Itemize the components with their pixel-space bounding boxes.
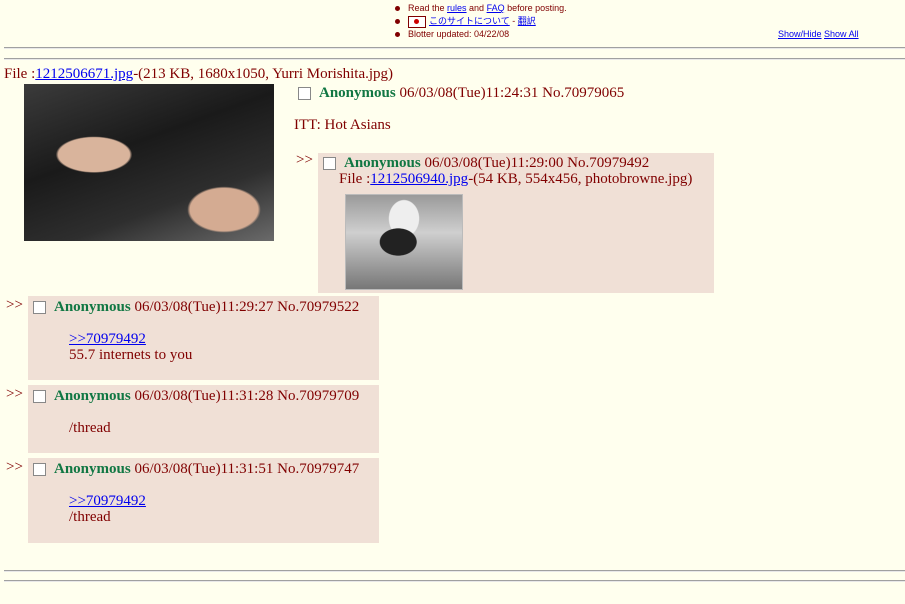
divider — [4, 47, 905, 49]
op-header: Anonymous 06/03/08(Tue)11:24:31 No.70979… — [298, 85, 624, 102]
op-comment: ITT: Hot Asians — [294, 117, 391, 133]
notice-site: このサイトについて - 翻訳 — [395, 15, 536, 28]
notice-blotter: Blotter updated: 04/22/08 — [395, 28, 509, 40]
reply-post-number[interactable]: No.70979747 — [277, 461, 359, 477]
bullet-icon — [395, 32, 400, 38]
reply-header: Anonymous 06/03/08(Tue)11:29:27 No.70979… — [33, 299, 359, 316]
rules-link[interactable]: rules — [447, 3, 467, 13]
op-poster-name: Anonymous — [319, 85, 396, 101]
bullet-icon — [395, 6, 400, 12]
op-file-info: File :1212506671.jpg-(213 KB, 1680x1050,… — [4, 66, 394, 82]
reply-arrows: >> — [6, 386, 23, 402]
op-post-number[interactable]: No.70979065 — [542, 85, 624, 101]
reply-post: Anonymous 06/03/08(Tue)11:31:28 No.70979… — [28, 385, 379, 453]
reply-comment: /thread — [69, 420, 111, 436]
op-checkbox[interactable] — [298, 87, 311, 101]
reply-arrows: >> — [6, 297, 23, 313]
reply-file-link[interactable]: 1212506940.jpg — [370, 171, 468, 187]
notice-rules: Read the rules and FAQ before posting. — [395, 2, 567, 14]
reply-header: Anonymous 06/03/08(Tue)11:29:00 No.70979… — [323, 155, 649, 172]
reply-quote-link[interactable]: >>70979492 — [69, 493, 146, 510]
reply-checkbox[interactable] — [33, 390, 46, 404]
reply-datetime: 06/03/08(Tue)11:29:27 — [134, 299, 274, 315]
reply-datetime: 06/03/08(Tue)11:29:00 — [424, 155, 564, 171]
reply-comment: /thread — [69, 509, 111, 525]
reply-post-number[interactable]: No.70979522 — [277, 299, 359, 315]
reply-arrows: >> — [296, 152, 313, 168]
reply-file-info: File :1212506940.jpg-(54 KB, 554x456, ph… — [339, 171, 693, 187]
divider — [4, 580, 905, 582]
op-datetime: 06/03/08(Tue)11:24:31 — [399, 85, 539, 101]
blotter-controls: Show/Hide Show All — [778, 28, 859, 40]
reply-poster-name: Anonymous — [54, 299, 131, 315]
reply-datetime: 06/03/08(Tue)11:31:28 — [134, 388, 274, 404]
reply-post: Anonymous 06/03/08(Tue)11:29:27 No.70979… — [28, 296, 379, 380]
reply-post-number[interactable]: No.70979709 — [277, 388, 359, 404]
reply-image[interactable] — [345, 194, 463, 290]
op-file-link[interactable]: 1212506671.jpg — [35, 66, 133, 82]
reply-arrows: >> — [6, 459, 23, 475]
reply-checkbox[interactable] — [33, 463, 46, 477]
reply-checkbox[interactable] — [33, 301, 46, 315]
bullet-icon — [395, 19, 400, 25]
divider — [4, 570, 905, 572]
reply-post-number[interactable]: No.70979492 — [567, 155, 649, 171]
about-site-link[interactable]: このサイトについて — [429, 16, 510, 26]
reply-post: Anonymous 06/03/08(Tue)11:31:51 No.70979… — [28, 458, 379, 543]
translate-link[interactable]: 翻訳 — [518, 16, 536, 26]
reply-header: Anonymous 06/03/08(Tue)11:31:51 No.70979… — [33, 461, 359, 478]
reply-header: Anonymous 06/03/08(Tue)11:31:28 No.70979… — [33, 388, 359, 405]
reply-poster-name: Anonymous — [344, 155, 421, 171]
faq-link[interactable]: FAQ — [487, 3, 505, 13]
op-image[interactable] — [24, 84, 274, 241]
reply-poster-name: Anonymous — [54, 388, 131, 404]
reply-checkbox[interactable] — [323, 157, 336, 171]
reply-datetime: 06/03/08(Tue)11:31:51 — [134, 461, 274, 477]
japan-flag-icon — [408, 15, 426, 28]
reply-comment: 55.7 internets to you — [69, 347, 193, 363]
divider — [4, 58, 905, 60]
show-hide-link[interactable]: Show/Hide — [778, 29, 822, 39]
reply-quote-link[interactable]: >>70979492 — [69, 331, 146, 348]
reply-poster-name: Anonymous — [54, 461, 131, 477]
show-all-link[interactable]: Show All — [824, 29, 859, 39]
